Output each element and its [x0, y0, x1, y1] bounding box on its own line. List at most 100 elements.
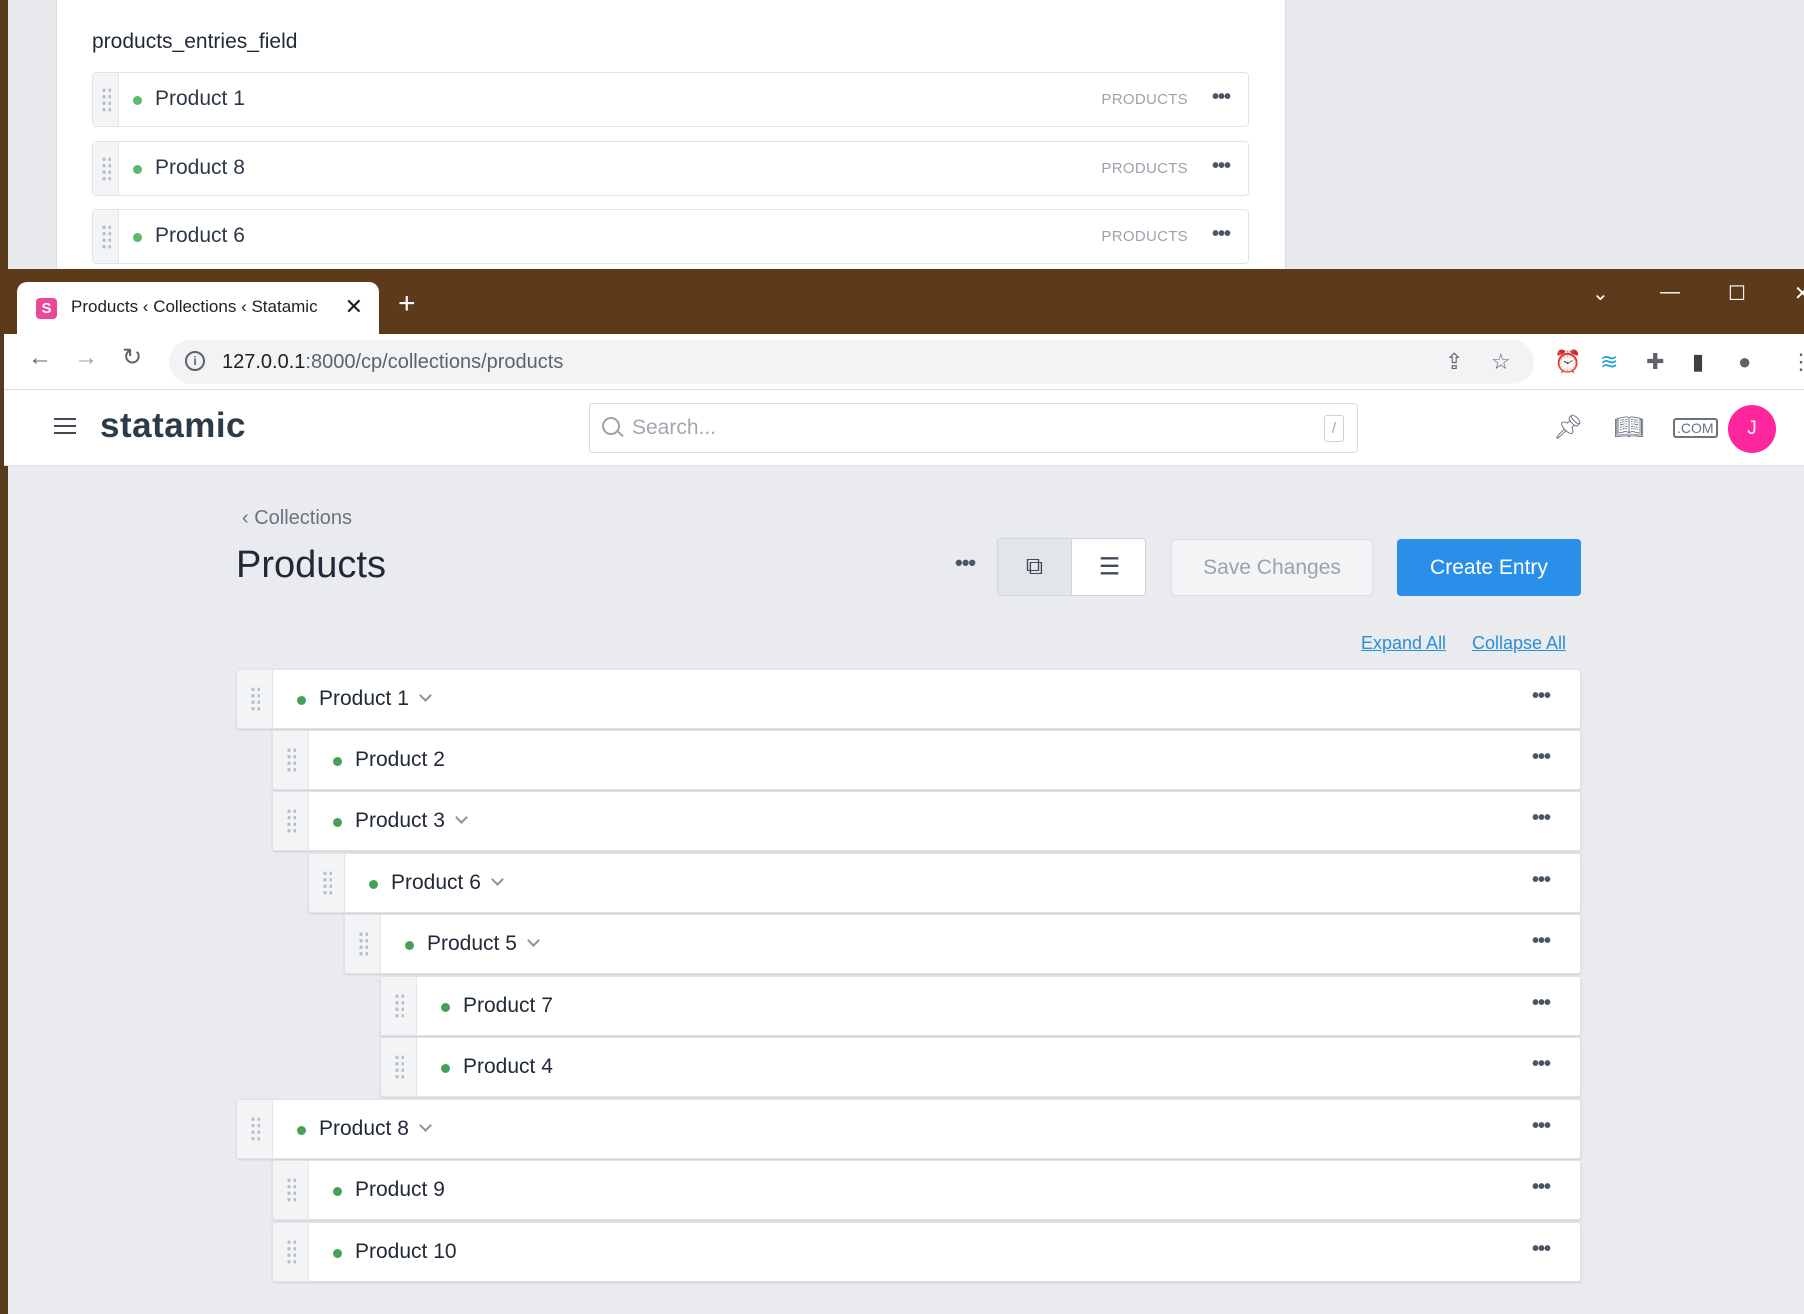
more-options-icon[interactable]: •••: [1532, 807, 1551, 830]
page-more-options-icon[interactable]: •••: [955, 550, 976, 576]
tree-row[interactable]: Product 3 •••: [272, 791, 1581, 851]
global-search[interactable]: /: [589, 403, 1358, 453]
expand-all-link[interactable]: Expand All: [1361, 633, 1446, 654]
tree-row[interactable]: Product 9 •••: [272, 1160, 1581, 1220]
entry-title[interactable]: Product 1: [155, 87, 245, 111]
more-options-icon[interactable]: •••: [1532, 1053, 1551, 1076]
close-tab-icon[interactable]: ✕: [345, 294, 363, 320]
drag-handle[interactable]: [381, 977, 417, 1035]
entry-label[interactable]: Product 6: [391, 871, 504, 895]
entry-title[interactable]: Product 8: [319, 1117, 409, 1140]
view-site-icon[interactable]: .COM: [1673, 418, 1718, 438]
drag-handle[interactable]: [273, 731, 309, 789]
tree-view-button[interactable]: ⧉: [998, 539, 1072, 595]
entry-label[interactable]: Product 9: [355, 1178, 445, 1202]
entry-title[interactable]: Product 8: [155, 156, 245, 180]
create-entry-button[interactable]: Create Entry: [1397, 539, 1581, 596]
address-bar[interactable]: i 127.0.0.1:8000/cp/collections/products…: [169, 340, 1534, 384]
tree-row[interactable]: Product 5 •••: [344, 914, 1581, 974]
tree-row[interactable]: Product 10 •••: [272, 1222, 1581, 1282]
more-options-icon[interactable]: •••: [1532, 992, 1551, 1015]
tree-row[interactable]: Product 4 •••: [380, 1037, 1581, 1097]
entry-label[interactable]: Product 2: [355, 748, 445, 772]
tree-row[interactable]: Product 6 •••: [308, 853, 1581, 913]
drag-handle[interactable]: [273, 1223, 309, 1281]
entry-label[interactable]: Product 5: [427, 932, 540, 956]
drag-handle[interactable]: [93, 210, 119, 263]
hamburger-menu-icon[interactable]: [54, 418, 76, 434]
browser-tab[interactable]: S Products ‹ Collections ‹ Statamic ✕: [17, 282, 379, 334]
chevron-down-icon[interactable]: [491, 873, 504, 886]
drag-handle[interactable]: [237, 670, 273, 728]
entry-label[interactable]: Product 7: [463, 994, 553, 1018]
entry-title[interactable]: Product 1: [319, 687, 409, 710]
maximize-icon[interactable]: ☐: [1728, 281, 1746, 306]
entry-title[interactable]: Product 4: [463, 1055, 553, 1078]
chevron-down-icon[interactable]: [419, 689, 432, 702]
more-options-icon[interactable]: •••: [1532, 746, 1551, 769]
more-options-icon[interactable]: •••: [1532, 1238, 1551, 1261]
drag-handle[interactable]: [345, 915, 381, 973]
back-icon[interactable]: ←: [28, 346, 52, 370]
alarm-extension-icon[interactable]: ⏰: [1554, 349, 1581, 375]
related-entry-row[interactable]: Product 6 PRODUCTS •••: [92, 209, 1249, 264]
pin-icon[interactable]: 📌︎: [1553, 413, 1583, 442]
new-tab-icon[interactable]: +: [398, 289, 416, 319]
entry-title[interactable]: Product 7: [463, 994, 553, 1017]
more-options-icon[interactable]: •••: [1532, 685, 1551, 708]
forward-icon[interactable]: →: [74, 346, 98, 370]
chevron-down-icon[interactable]: [419, 1119, 432, 1132]
more-options-icon[interactable]: •••: [1532, 1176, 1551, 1199]
list-view-button[interactable]: ☰: [1073, 539, 1145, 595]
more-options-icon[interactable]: •••: [1212, 86, 1231, 109]
more-options-icon[interactable]: •••: [1532, 1115, 1551, 1138]
entry-title[interactable]: Product 6: [155, 224, 245, 248]
entry-title[interactable]: Product 3: [355, 809, 445, 832]
chevron-down-icon[interactable]: [527, 934, 540, 947]
entry-title[interactable]: Product 2: [355, 748, 445, 771]
related-entry-row[interactable]: Product 8 PRODUCTS •••: [92, 141, 1249, 196]
bookmark-star-icon[interactable]: ☆: [1491, 349, 1511, 375]
save-changes-button[interactable]: Save Changes: [1171, 539, 1373, 596]
collapse-all-link[interactable]: Collapse All: [1472, 633, 1566, 654]
tree-row[interactable]: Product 7 •••: [380, 976, 1581, 1036]
drag-handle[interactable]: [237, 1100, 273, 1158]
drag-handle[interactable]: [381, 1038, 417, 1096]
user-avatar[interactable]: J: [1728, 405, 1776, 453]
filter-extension-icon[interactable]: ≋: [1600, 349, 1618, 375]
entry-title[interactable]: Product 10: [355, 1240, 457, 1263]
more-options-icon[interactable]: •••: [1212, 223, 1231, 246]
drag-handle[interactable]: [93, 73, 119, 126]
tree-row[interactable]: Product 1 •••: [236, 669, 1581, 729]
related-entry-row[interactable]: Product 1 PRODUCTS •••: [92, 72, 1249, 127]
share-icon[interactable]: ⇪: [1445, 349, 1463, 375]
entry-label[interactable]: Product 3: [355, 809, 468, 833]
entry-title[interactable]: Product 6: [391, 871, 481, 894]
tree-row[interactable]: Product 2 •••: [272, 730, 1581, 790]
url-text[interactable]: 127.0.0.1:8000/cp/collections/products: [222, 351, 563, 374]
entry-title[interactable]: Product 5: [427, 932, 517, 955]
entry-label[interactable]: Product 8: [319, 1117, 432, 1141]
entry-label[interactable]: Product 10: [355, 1240, 457, 1264]
tree-row[interactable]: Product 8 •••: [236, 1099, 1581, 1159]
entry-label[interactable]: Product 1: [319, 687, 432, 711]
minimize-icon[interactable]: —: [1660, 281, 1680, 304]
browser-menu-icon[interactable]: ⋮: [1790, 349, 1804, 375]
entry-title[interactable]: Product 9: [355, 1178, 445, 1201]
reload-icon[interactable]: ↻: [122, 346, 142, 370]
profile-icon[interactable]: ●: [1738, 349, 1751, 375]
drag-handle[interactable]: [273, 1161, 309, 1219]
drag-handle[interactable]: [309, 854, 345, 912]
tab-search-chevron-icon[interactable]: ⌄: [1592, 281, 1609, 306]
close-window-icon[interactable]: ✕: [1794, 281, 1804, 306]
more-options-icon[interactable]: •••: [1532, 869, 1551, 892]
more-options-icon[interactable]: •••: [1212, 155, 1231, 178]
drag-handle[interactable]: [93, 142, 119, 195]
breadcrumb[interactable]: ‹ Collections: [242, 507, 352, 530]
side-panel-icon[interactable]: ▮: [1692, 349, 1704, 375]
chevron-down-icon[interactable]: [455, 811, 468, 824]
search-input[interactable]: [632, 414, 1272, 442]
puzzle-extensions-icon[interactable]: ✚: [1646, 349, 1664, 375]
docs-book-icon[interactable]: 📖︎: [1614, 413, 1644, 442]
entry-label[interactable]: Product 4: [463, 1055, 553, 1079]
